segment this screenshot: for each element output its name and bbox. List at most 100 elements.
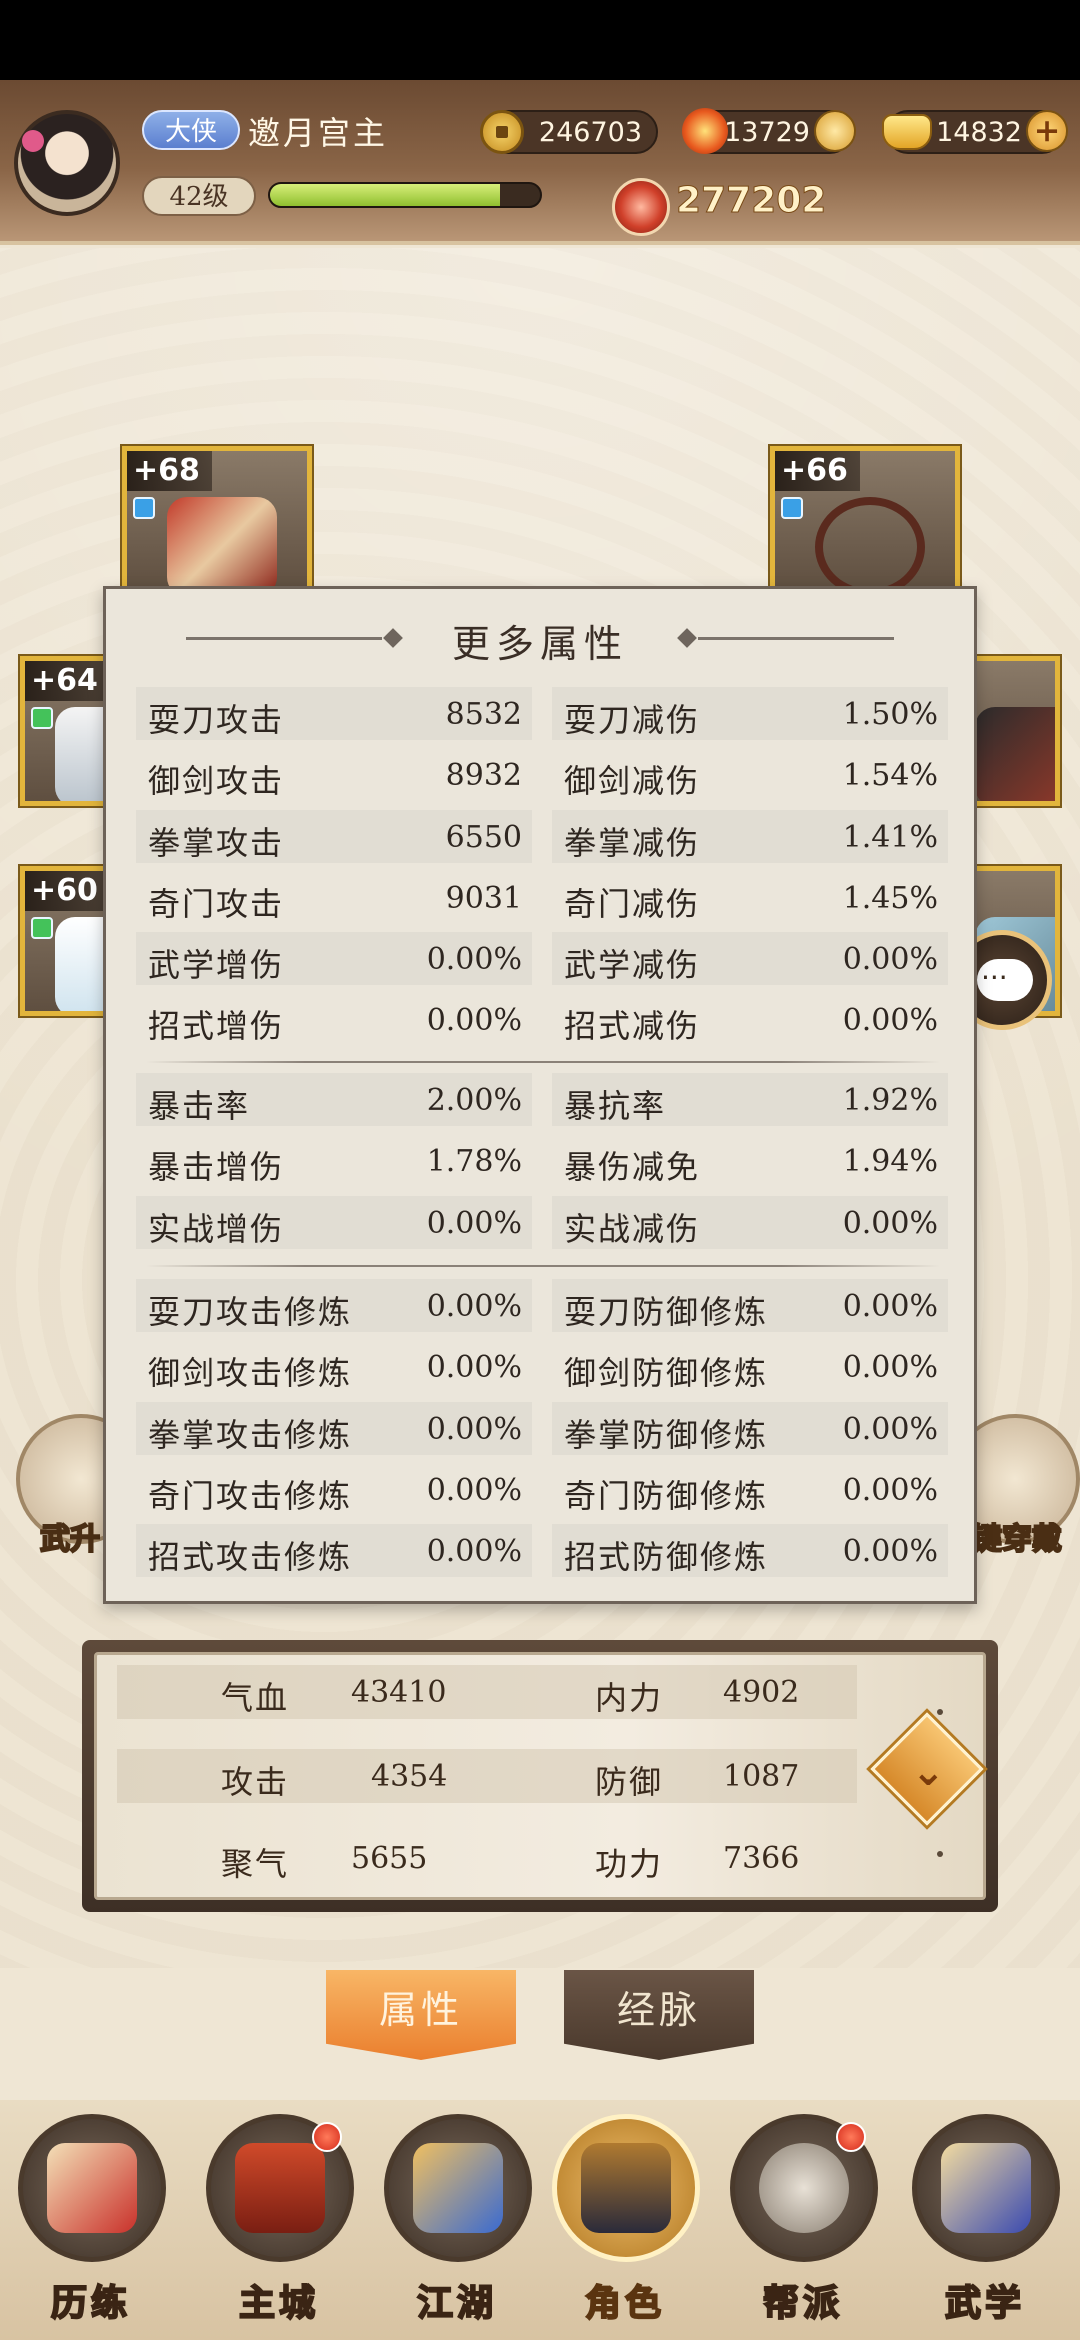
- attribute-row: 奇门攻击 9031 奇门减伤 1.45%: [136, 867, 948, 928]
- stat-row: 聚气 5655 功力 7366: [117, 1831, 857, 1885]
- bottom-navigation: 历练 主城 江湖 角色 帮派 武学: [0, 2100, 1080, 2340]
- martial-upgrade-label: 武升: [39, 1521, 101, 1558]
- flame-counter[interactable]: 13729: [682, 108, 856, 154]
- hp-label: 气血: [221, 1679, 290, 1717]
- attribute-row: 耍刀攻击修炼 0.00% 耍刀防御修炼 0.00%: [136, 1275, 948, 1336]
- attack-value: 4354: [371, 1759, 448, 1794]
- equipment-slot-bracer[interactable]: +68: [122, 446, 312, 596]
- notification-badge: [312, 2122, 342, 2152]
- nav-guild[interactable]: 帮派: [718, 2114, 888, 2334]
- attribute-value: 1.41%: [842, 819, 938, 855]
- stat-row: 气血 43410 内力 4902: [117, 1665, 857, 1719]
- attribute-value: 0.00%: [842, 1411, 938, 1447]
- attribute-cell: 实战减伤 0.00%: [552, 1195, 948, 1249]
- coin-icon: [480, 110, 524, 154]
- one-click-equip-label: 键穿戴: [971, 1521, 1063, 1558]
- attribute-value: 8532: [445, 697, 522, 732]
- player-avatar[interactable]: [14, 110, 120, 216]
- defense-value: 1087: [723, 1759, 800, 1794]
- flame-icon: [682, 108, 728, 154]
- equipment-slot-necklace[interactable]: +66: [770, 446, 960, 596]
- attribute-cell: 暴击率 2.00%: [136, 1073, 532, 1126]
- attribute-label: 招式减伤: [564, 1007, 701, 1046]
- gourd-sword-icon: [384, 2114, 532, 2262]
- attribute-label: 招式防御修炼: [564, 1538, 769, 1577]
- attribute-label: 拳掌减伤: [564, 823, 701, 862]
- inner-power-label: 内力: [595, 1679, 664, 1717]
- section-divider: [146, 1265, 940, 1267]
- exchange-coin-icon[interactable]: [814, 110, 856, 152]
- attribute-row: 奇门攻击修炼 0.00% 奇门防御修炼 0.00%: [136, 1459, 948, 1520]
- skill-power-label: 功力: [595, 1845, 664, 1883]
- attribute-cell: 御剑攻击修炼 0.00%: [136, 1340, 532, 1393]
- attribute-label: 耍刀防御修炼: [564, 1293, 769, 1331]
- ingot-icon: [882, 114, 932, 150]
- power-icon: [612, 178, 670, 236]
- xp-bar: [268, 182, 542, 208]
- nav-training[interactable]: 历练: [6, 2114, 176, 2334]
- attribute-label: 暴抗率: [564, 1087, 667, 1125]
- attribute-row: 暴击率 2.00% 暴抗率 1.92%: [136, 1069, 948, 1130]
- nav-character[interactable]: 角色: [540, 2114, 710, 2334]
- nav-martial-arts[interactable]: 武学: [900, 2114, 1070, 2334]
- attribute-cell: 拳掌防御修炼 0.00%: [552, 1401, 948, 1455]
- attribute-cell: 招式防御修炼 0.00%: [552, 1524, 948, 1578]
- equipment-level: +64: [25, 661, 110, 701]
- flower-icon: [22, 130, 44, 152]
- attribute-label: 实战增伤: [148, 1209, 285, 1248]
- attribute-row: 实战增伤 0.00% 实战减伤 0.00%: [136, 1192, 948, 1253]
- equipment-level: +66: [775, 451, 860, 491]
- nav-jianghu[interactable]: 江湖: [372, 2114, 542, 2334]
- attribute-cell: 武学增伤 0.00%: [136, 932, 532, 986]
- bracer-icon: [167, 497, 277, 591]
- coin-counter[interactable]: 246703: [480, 110, 658, 154]
- gem-icon: [31, 707, 53, 729]
- xp-bar-fill: [270, 184, 500, 206]
- ellipsis-icon: ···: [981, 961, 1008, 994]
- notification-badge: [836, 2122, 866, 2152]
- add-ingot-icon[interactable]: +: [1026, 110, 1068, 152]
- status-bar: [0, 0, 1080, 80]
- attribute-value: 1.78%: [426, 1144, 522, 1180]
- scroll-sword-icon: [18, 2114, 166, 2262]
- attribute-value: 0.00%: [426, 1350, 522, 1386]
- attribute-cell: 武学减伤 0.00%: [552, 932, 948, 986]
- attribute-value: 8932: [445, 758, 522, 794]
- attribute-cell: 拳掌攻击修炼 0.00%: [136, 1401, 532, 1455]
- attribute-cell: 招式增伤 0.00%: [136, 993, 532, 1046]
- equipment-level: +60: [25, 871, 110, 911]
- attribute-value: 0.00%: [426, 942, 522, 978]
- tab-strip: 属性 经脉: [0, 1970, 1080, 2060]
- ingot-counter[interactable]: 14832 +: [882, 110, 1068, 154]
- nav-label: 江湖: [416, 2281, 497, 2325]
- player-name: 邀月宫主: [248, 114, 389, 152]
- title-ornament-line: [698, 637, 894, 640]
- attribute-value: 1.54%: [842, 758, 938, 794]
- attribute-value: 0.00%: [842, 1350, 938, 1386]
- combat-power-value: 277202: [675, 180, 827, 222]
- straw-hat-hero-icon: [552, 2114, 700, 2262]
- weapon-icon: [975, 707, 1055, 801]
- nav-label: 角色: [584, 2281, 665, 2325]
- attribute-cell: 奇门减伤 1.45%: [552, 871, 948, 924]
- attribute-label: 武学增伤: [148, 946, 285, 985]
- attribute-cell: 实战增伤 0.00%: [136, 1195, 532, 1249]
- panel-title: 更多属性: [451, 622, 628, 666]
- tab-attributes[interactable]: 属性: [326, 1970, 516, 2060]
- decoration-dot: [937, 1709, 943, 1715]
- tab-meridians[interactable]: 经脉: [564, 1970, 754, 2060]
- rank-badge: 大侠: [142, 110, 240, 150]
- attribute-label: 耍刀攻击: [148, 701, 285, 739]
- attribute-label: 奇门防御修炼: [564, 1476, 769, 1515]
- attribute-value: 1.92%: [842, 1083, 938, 1118]
- equipment-level: +68: [127, 451, 212, 491]
- more-attributes-panel: 更多属性 耍刀攻击 8532 耍刀减伤 1.50% 御剑攻击 8932 御剑减伤 1.54% 拳…: [103, 586, 977, 1604]
- nav-main-city[interactable]: 主城: [194, 2114, 364, 2334]
- attribute-row: 暴击增伤 1.78% 暴伤减免 1.94%: [136, 1130, 948, 1191]
- attribute-cell: 暴伤减免 1.94%: [552, 1134, 948, 1187]
- inner-power-value: 4902: [723, 1675, 800, 1710]
- attribute-label: 拳掌防御修炼: [564, 1415, 769, 1454]
- player-header: 大侠 邀月宫主 42级 246703 13729 14832 + 277202: [0, 80, 1080, 245]
- ingot-value: 14832: [936, 117, 1022, 148]
- hp-value: 43410: [351, 1675, 447, 1710]
